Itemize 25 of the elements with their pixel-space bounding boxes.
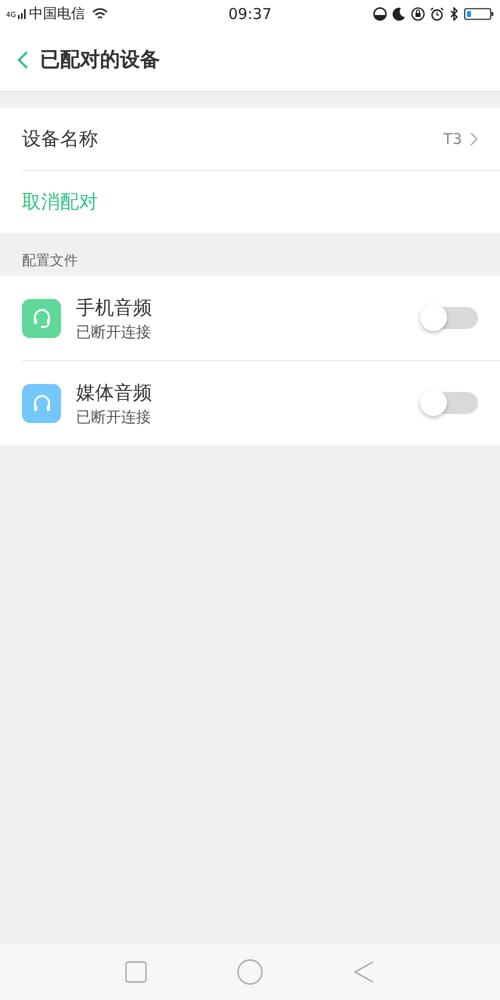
connection-status: 已断开连接 [76, 322, 152, 342]
bluetooth-icon [449, 7, 459, 21]
home-icon[interactable] [237, 959, 263, 985]
clock-time: 09:37 [228, 5, 272, 23]
chevron-right-icon [470, 132, 478, 146]
unpair-link[interactable]: 取消配对 [22, 189, 98, 215]
rotation-lock-icon [411, 7, 425, 21]
setting-value: T3 [443, 130, 462, 148]
signal-icon [18, 8, 27, 20]
carrier-name: 中国电信 [28, 5, 85, 23]
alarm-icon [430, 7, 444, 21]
profile-name: 手机音频 [76, 296, 153, 320]
moon-icon [392, 7, 406, 21]
eye-comfort-icon [373, 7, 387, 21]
toggle-switch[interactable] [422, 307, 478, 329]
recent-apps-icon[interactable] [125, 961, 147, 983]
connection-status: 已断开连接 [76, 408, 152, 426]
toggle-switch[interactable] [422, 392, 478, 414]
profile-name: 媒体音频 [76, 380, 153, 406]
battery-icon [464, 7, 494, 21]
back-icon[interactable] [16, 50, 30, 70]
back-nav-icon[interactable] [353, 960, 375, 984]
section-heading: 配置文件 [21, 252, 79, 271]
page-title: 已配对的设备 [40, 46, 160, 73]
setting-label: 设备名称 [22, 127, 98, 152]
